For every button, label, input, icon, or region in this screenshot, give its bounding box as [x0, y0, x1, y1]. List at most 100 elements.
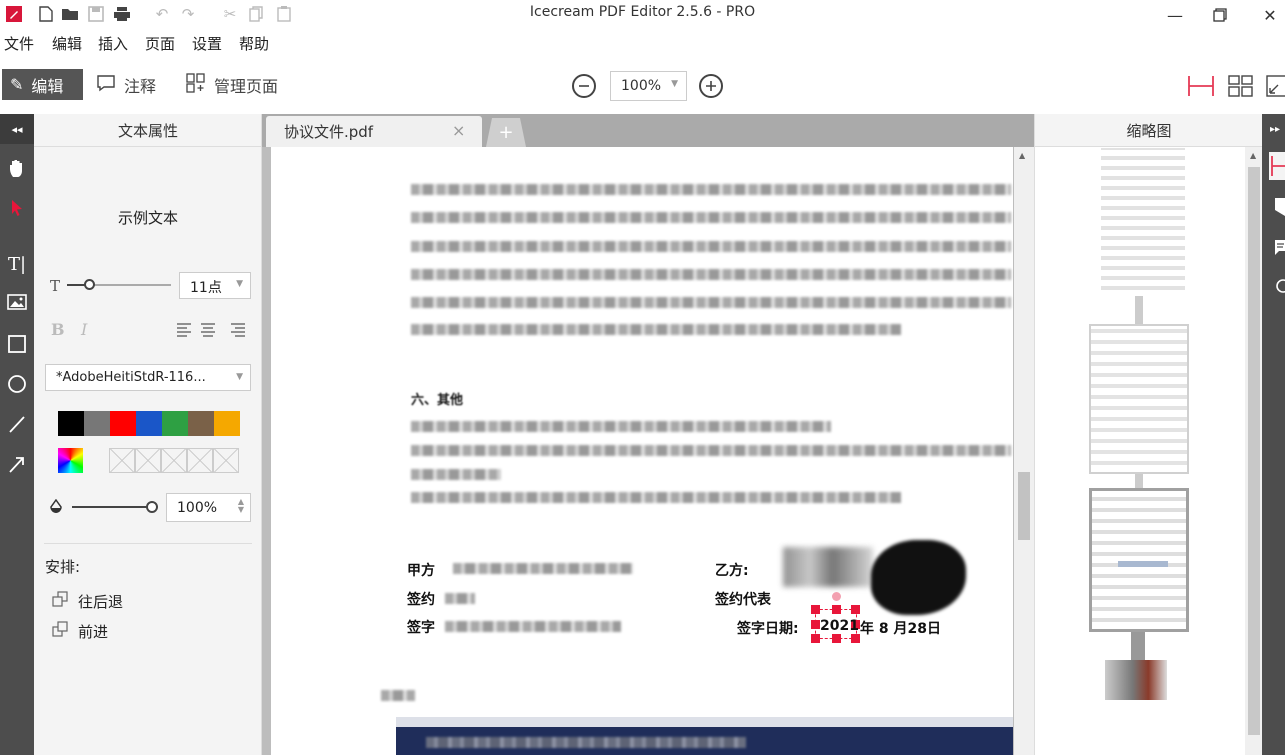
thumbnails-scrollbar[interactable]: ▲ [1245, 147, 1263, 755]
two-page-view-icon[interactable] [1226, 72, 1256, 100]
opacity-slider-handle[interactable] [146, 501, 158, 513]
comments-icon[interactable] [1275, 240, 1285, 260]
opacity-slider[interactable] [72, 506, 154, 508]
color-swatch[interactable] [110, 411, 136, 436]
arrow-icon[interactable] [0, 448, 34, 480]
menu-page[interactable]: 页面 [145, 33, 175, 54]
resize-handle[interactable] [832, 634, 841, 643]
scrollbar-thumb[interactable] [1248, 167, 1260, 735]
page-thumbnail-1[interactable] [1101, 148, 1185, 296]
page-view-tool-icon[interactable] [1269, 152, 1285, 180]
restore-icon[interactable] [1200, 2, 1240, 28]
redacted-text-line [411, 421, 831, 432]
expand-right-icon[interactable]: ▸▸ [1270, 124, 1280, 135]
menu-insert[interactable]: 插入 [98, 33, 128, 54]
color-swatch[interactable] [84, 411, 110, 436]
empty-color-slot[interactable] [187, 448, 213, 473]
tools-sidebar: ◂◂ T| [0, 114, 34, 755]
page-thumbnail-2[interactable] [1089, 324, 1189, 474]
open-folder-icon[interactable] [60, 4, 80, 24]
select-arrow-icon[interactable] [0, 192, 34, 224]
menu-edit[interactable]: 编辑 [52, 33, 82, 54]
document-scrollbar[interactable]: ▲ [1014, 147, 1034, 755]
color-swatch[interactable] [214, 411, 240, 436]
redacted-text-line [411, 269, 1011, 280]
minimize-icon[interactable]: — [1155, 2, 1195, 28]
fullscreen-icon[interactable] [1264, 72, 1285, 100]
italic-button[interactable]: I [81, 320, 87, 339]
edit-mode-button[interactable]: ✎ 编辑 [2, 69, 83, 100]
custom-color-button[interactable] [58, 448, 83, 473]
close-icon[interactable]: ✕ [1250, 2, 1285, 28]
single-page-view-icon[interactable] [1186, 72, 1216, 100]
resize-handle[interactable] [832, 605, 841, 614]
redo-icon[interactable]: ↷ [178, 4, 198, 24]
zoom-level-select[interactable]: 100% ▼ [610, 71, 687, 101]
send-backward-icon [52, 591, 68, 611]
empty-color-slot[interactable] [213, 448, 239, 473]
resize-handle[interactable] [851, 634, 860, 643]
bold-button[interactable]: B [51, 320, 65, 339]
image-icon[interactable] [0, 286, 34, 318]
resize-handle[interactable] [811, 620, 820, 629]
font-size-slider-handle[interactable] [84, 279, 95, 290]
color-swatch[interactable] [58, 411, 84, 436]
manage-pages-button[interactable]: 管理页面 [186, 69, 278, 100]
save-icon[interactable] [86, 4, 106, 24]
print-icon[interactable] [112, 4, 132, 24]
add-tab-button[interactable]: + [486, 118, 526, 147]
menu-file[interactable]: 文件 [4, 33, 34, 54]
new-file-icon[interactable] [36, 4, 56, 24]
resize-handle[interactable] [811, 605, 820, 614]
color-swatch[interactable] [188, 411, 214, 436]
page-thumbnail-3-selected[interactable] [1089, 488, 1189, 632]
page-band [396, 717, 1013, 727]
empty-color-slot[interactable] [109, 448, 135, 473]
scroll-up-icon[interactable]: ▲ [1250, 151, 1256, 160]
zoom-in-button[interactable] [699, 74, 723, 98]
close-tab-icon[interactable]: × [452, 121, 465, 140]
empty-color-slot[interactable] [135, 448, 161, 473]
tab-document[interactable]: 协议文件.pdf [266, 116, 482, 147]
opacity-input[interactable]: 100% ▲ ▼ [166, 493, 251, 522]
search-icon[interactable] [1275, 278, 1285, 298]
zoom-out-button[interactable] [572, 74, 596, 98]
hand-tool-icon[interactable] [0, 152, 34, 184]
thumbnails-panel: 缩略图 ▲ [1034, 114, 1263, 755]
redacted-text-line [411, 212, 1011, 223]
cut-icon[interactable]: ✂ [220, 4, 240, 24]
scroll-up-icon[interactable]: ▲ [1019, 151, 1025, 160]
align-right-icon[interactable] [230, 322, 246, 342]
align-left-icon[interactable] [176, 322, 192, 342]
resize-handle[interactable] [811, 634, 820, 643]
rotate-handle[interactable] [832, 592, 841, 601]
send-backward-button[interactable]: 往后退 [52, 590, 212, 612]
pdf-page[interactable]: 六、其他 甲方 签约 签字 乙方: 签约代表 签字日期: 2021 年 8 月2… [271, 147, 1013, 755]
font-size-value: 11点 [190, 280, 222, 296]
bring-forward-button[interactable]: 前进 [52, 620, 212, 642]
copy-icon[interactable] [246, 4, 266, 24]
page-thumbnail-4[interactable] [1105, 660, 1167, 700]
color-swatch[interactable] [162, 411, 188, 436]
paste-icon[interactable] [274, 4, 294, 24]
resize-handle[interactable] [851, 605, 860, 614]
sign-date-year[interactable]: 2021 [820, 618, 859, 634]
line-icon[interactable] [0, 408, 34, 440]
bookmark-icon[interactable] [1275, 198, 1285, 220]
menu-settings[interactable]: 设置 [192, 33, 222, 54]
font-size-select[interactable]: 11点 ▼ [179, 272, 251, 299]
color-swatch[interactable] [136, 411, 162, 436]
empty-color-slot[interactable] [161, 448, 187, 473]
redacted-text-line [411, 324, 901, 335]
ellipse-icon[interactable] [0, 368, 34, 400]
scrollbar-thumb[interactable] [1018, 472, 1030, 540]
rectangle-icon[interactable] [0, 328, 34, 360]
annotate-mode-button[interactable]: 注释 [96, 69, 156, 100]
add-text-icon[interactable]: T| [0, 248, 34, 280]
align-center-icon[interactable] [200, 322, 216, 342]
menu-help[interactable]: 帮助 [239, 33, 269, 54]
font-family-select[interactable]: *AdobeHeitiStdR-116... ▼ [45, 364, 251, 391]
collapse-left-icon[interactable]: ◂◂ [0, 114, 34, 144]
chevron-down-icon: ▼ [671, 79, 678, 89]
undo-icon[interactable]: ↶ [152, 4, 172, 24]
